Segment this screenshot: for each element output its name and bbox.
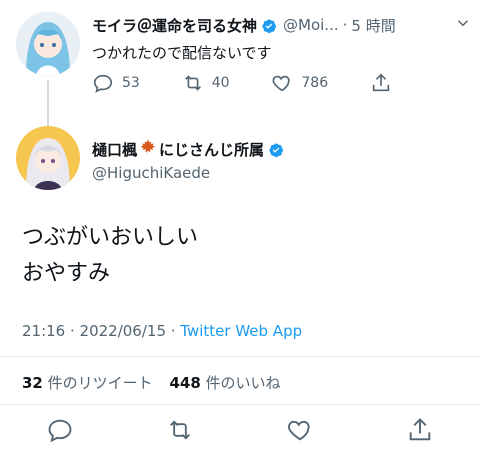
- divider-top: [0, 356, 480, 357]
- tweet-client[interactable]: Twitter Web App: [180, 322, 302, 340]
- tweet-line-2: おやすみ: [22, 261, 111, 286]
- reply-icon: [93, 74, 113, 93]
- share-icon: [409, 418, 431, 441]
- parent-reply-button[interactable]: 53: [92, 72, 140, 94]
- like-label: 件のいいね: [205, 374, 281, 392]
- parent-header: モイラ＠運命を司る女神 @Moi... · 5 時間: [92, 14, 472, 36]
- parent-actions: 53 40 786: [92, 72, 392, 94]
- reply-button[interactable]: [46, 416, 74, 448]
- parent-like-count: 786: [301, 75, 329, 91]
- maple-leaf-icon: [139, 138, 157, 160]
- parent-reply-count: 53: [122, 75, 140, 91]
- retweet-button[interactable]: [166, 416, 194, 448]
- share-button[interactable]: [406, 416, 434, 448]
- author-verified-badge-icon: [268, 140, 284, 159]
- heart-icon: [288, 420, 310, 441]
- tweet-actions: [0, 416, 480, 448]
- like-count: 448: [169, 374, 201, 392]
- author-affiliation: にじさんじ所属: [159, 140, 265, 159]
- parent-avatar-art: [16, 12, 80, 76]
- author-name: 樋口楓: [92, 140, 138, 159]
- parent-retweet-button[interactable]: 40: [182, 72, 230, 94]
- like-stat[interactable]: 448 件のいいね: [169, 374, 280, 392]
- tweet-meta: 21:16 · 2022/06/15 · Twitter Web App: [22, 322, 302, 340]
- heart-icon: [272, 75, 291, 92]
- retweet-icon: [170, 420, 190, 440]
- more-options-icon[interactable]: [454, 14, 472, 36]
- retweet-icon: [184, 75, 201, 91]
- like-button[interactable]: [286, 416, 314, 448]
- retweet-label: 件のリツイート: [47, 374, 153, 392]
- tweet-line-1: つぶがいおいしい: [22, 225, 199, 250]
- retweet-count: 32: [22, 374, 43, 392]
- parent-text: つかれたので配信ないです: [92, 44, 272, 62]
- parent-like-button[interactable]: 786: [271, 72, 328, 94]
- tweet-stats: 32 件のリツイート 448 件のいいね: [22, 372, 281, 393]
- author-avatar[interactable]: [16, 126, 80, 190]
- reply-icon: [48, 419, 72, 443]
- divider-bottom: [0, 404, 480, 405]
- parent-name[interactable]: モイラ＠運命を司る女神: [92, 15, 257, 36]
- parent-separator: ·: [342, 16, 348, 34]
- retweet-stat[interactable]: 32 件のリツイート: [22, 374, 153, 392]
- share-icon: [372, 73, 390, 92]
- parent-handle[interactable]: @Moi...: [283, 16, 339, 34]
- author-name-row[interactable]: 樋口楓 にじさんじ所属: [92, 138, 284, 160]
- tweet-timestamp[interactable]: 21:16 · 2022/06/15 ·: [22, 322, 180, 340]
- parent-retweet-count: 40: [211, 75, 230, 91]
- parent-share-button[interactable]: [370, 72, 392, 94]
- parent-time[interactable]: 5 時間: [351, 15, 395, 36]
- thread-line: [47, 80, 49, 128]
- author-avatar-art: [16, 126, 80, 190]
- verified-badge-icon: [261, 16, 277, 35]
- author-handle[interactable]: @HiguchiKaede: [92, 164, 210, 182]
- parent-avatar[interactable]: [16, 12, 80, 76]
- tweet-text: つぶがいおいしい おやすみ: [22, 220, 198, 292]
